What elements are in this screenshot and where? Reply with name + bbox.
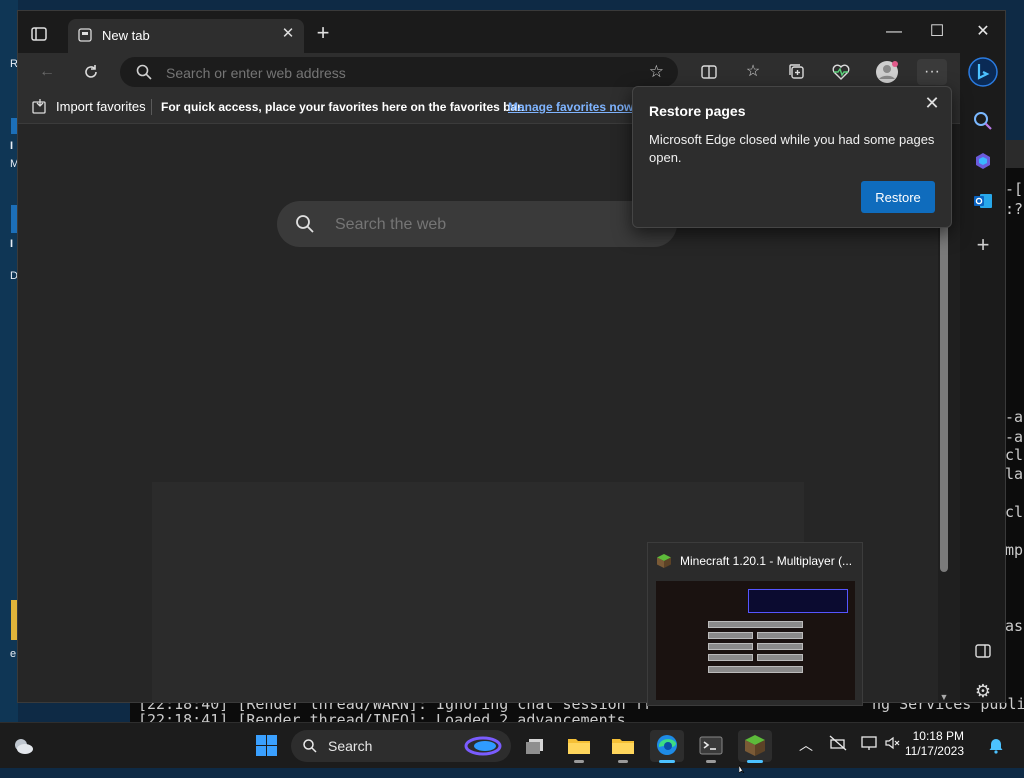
network-icon[interactable] xyxy=(829,735,847,754)
profile-avatar[interactable] xyxy=(874,59,900,85)
tab-new-tab[interactable]: New tab ✕ xyxy=(68,19,304,53)
address-bar[interactable]: ☆ xyxy=(120,57,678,87)
maximize-button[interactable]: ☐ xyxy=(922,21,952,43)
terminal-taskbar-button[interactable] xyxy=(694,730,728,763)
more-options-icon[interactable]: ··· xyxy=(917,59,947,85)
hide-sidebar-icon[interactable] xyxy=(971,639,995,663)
search-icon xyxy=(295,214,315,234)
system-clock[interactable]: 10:18 PM 11/17/2023 xyxy=(904,729,964,759)
taskbar-search-label: Search xyxy=(328,738,373,754)
copilot-icon[interactable] xyxy=(968,57,998,87)
preview-title: Minecraft 1.20.1 - Multiplayer (... xyxy=(680,554,853,568)
desktop-label: e xyxy=(10,648,17,660)
tab-actions-icon[interactable] xyxy=(28,23,50,45)
terminal-text: -at xyxy=(1005,428,1024,446)
new-tab-icon xyxy=(78,28,92,42)
preview-button xyxy=(708,643,753,650)
dialog-title: Restore pages xyxy=(649,103,746,119)
taskbar-search[interactable]: Search xyxy=(291,730,511,762)
desktop-label: I xyxy=(10,238,14,250)
preview-button xyxy=(757,632,803,639)
favorite-star-icon[interactable]: ☆ xyxy=(649,62,664,82)
import-favorites-label: Import favorites xyxy=(56,98,146,114)
split-screen-icon[interactable] xyxy=(696,59,722,85)
edge-taskbar-button[interactable] xyxy=(650,730,684,763)
preview-screenshot xyxy=(656,581,855,700)
running-indicator xyxy=(706,760,716,763)
tab-title: New tab xyxy=(102,28,150,43)
office-icon[interactable] xyxy=(971,149,995,173)
close-dialog-icon[interactable]: ✕ xyxy=(921,92,943,114)
search-highlight-icon xyxy=(463,735,503,757)
minecraft-taskbar-button[interactable] xyxy=(738,730,772,763)
back-button[interactable]: ← xyxy=(34,59,60,85)
address-input[interactable] xyxy=(164,62,628,84)
volume-muted-icon[interactable] xyxy=(884,735,902,754)
weather-icon[interactable] xyxy=(12,735,34,757)
web-search-box[interactable] xyxy=(277,201,677,247)
file-explorer-button-2[interactable] xyxy=(606,730,640,763)
restore-pages-dialog: Restore pages ✕ Microsoft Edge closed wh… xyxy=(632,86,952,228)
restore-button[interactable]: Restore xyxy=(861,181,935,213)
file-explorer-button[interactable] xyxy=(562,730,596,763)
favorites-hint: For quick access, place your favorites h… xyxy=(161,100,525,114)
tab-strip: New tab ✕ + — ☐ ✕ xyxy=(18,11,1005,53)
mouse-cursor-icon xyxy=(738,760,747,774)
preview-warning-box xyxy=(748,589,848,613)
preview-button xyxy=(708,666,803,673)
terminal-text: -[? xyxy=(1005,180,1024,198)
manage-favorites-link[interactable]: Manage favorites now xyxy=(508,100,633,114)
terminal-text: cla xyxy=(1005,503,1024,521)
taskbar: Search ︿ 10:18 PM 11/17/2023 xyxy=(0,722,1024,768)
favorites-icon[interactable]: ☆ xyxy=(740,59,766,85)
terminal-text: as xyxy=(1005,617,1024,635)
preview-button xyxy=(757,643,803,650)
active-indicator xyxy=(659,760,675,763)
scrollbar-thumb[interactable] xyxy=(940,186,948,572)
start-button[interactable] xyxy=(249,730,283,762)
running-indicator xyxy=(618,760,628,763)
divider xyxy=(151,99,152,115)
terminal-text: :?] xyxy=(1005,200,1024,218)
search-icon xyxy=(136,64,152,80)
task-view-button[interactable] xyxy=(519,730,553,762)
add-sidebar-app-icon[interactable]: + xyxy=(971,233,995,257)
terminal-text: las xyxy=(1005,465,1024,483)
collections-icon[interactable] xyxy=(784,59,810,85)
terminal-text: mpl xyxy=(1005,541,1024,559)
show-hidden-icons-chevron-icon[interactable]: ︿ xyxy=(799,735,813,755)
refresh-button[interactable] xyxy=(78,59,104,85)
preview-button xyxy=(708,654,753,661)
import-favorites-button[interactable]: Import favorites xyxy=(32,98,146,114)
outlook-icon[interactable] xyxy=(971,189,995,213)
new-tab-button[interactable]: + xyxy=(312,22,334,45)
web-search-input[interactable] xyxy=(333,213,657,237)
close-window-button[interactable]: ✕ xyxy=(968,21,998,43)
desktop-label: I xyxy=(10,140,14,152)
notification-bell-icon[interactable] xyxy=(988,736,1004,754)
search-icon xyxy=(303,739,317,753)
taskbar-window-preview[interactable]: Minecraft 1.20.1 - Multiplayer (... xyxy=(647,542,863,706)
dialog-message: Microsoft Edge closed while you had some… xyxy=(649,132,935,165)
import-icon xyxy=(32,99,46,114)
clock-date: 11/17/2023 xyxy=(904,744,964,758)
terminal-text: cla xyxy=(1005,446,1024,464)
browser-essentials-icon[interactable] xyxy=(828,59,854,85)
active-indicator xyxy=(747,760,763,763)
settings-gear-icon[interactable]: ⚙ xyxy=(971,679,995,702)
terminal-titlebar xyxy=(1006,140,1024,168)
display-icon[interactable] xyxy=(860,735,878,754)
minimize-button[interactable]: — xyxy=(879,21,909,43)
preview-button xyxy=(708,621,803,628)
close-tab-icon[interactable]: ✕ xyxy=(280,26,296,42)
terminal-text: -at xyxy=(1005,408,1024,426)
clock-time: 10:18 PM xyxy=(912,729,964,743)
scroll-down-arrow-icon[interactable]: ▼ xyxy=(939,692,949,702)
edge-sidebar: + ⚙ xyxy=(960,53,1005,702)
preview-button xyxy=(708,632,753,639)
running-indicator xyxy=(574,760,584,763)
minecraft-icon xyxy=(656,553,672,569)
search-icon[interactable] xyxy=(971,109,995,133)
preview-button xyxy=(757,654,803,661)
